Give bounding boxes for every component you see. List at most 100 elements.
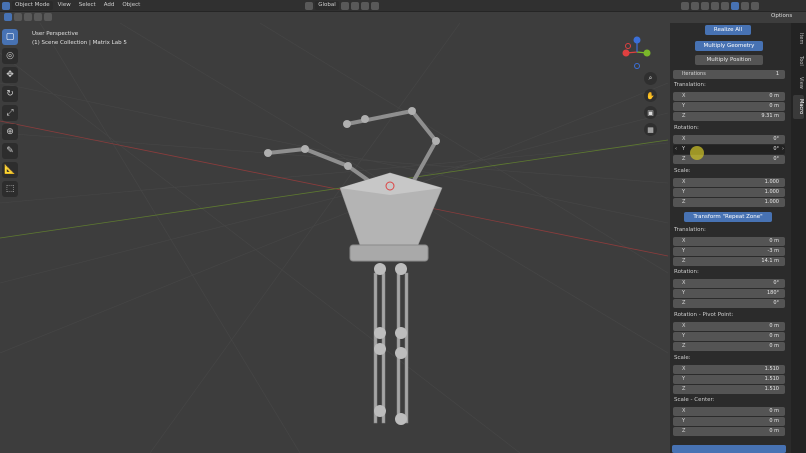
perspective-label: User Perspective [32, 31, 79, 37]
scale-center-z-field[interactable]: Z0 m [673, 427, 785, 436]
tab-tool[interactable]: Tool [793, 51, 804, 71]
xray-icon[interactable] [710, 1, 719, 10]
tab-macro[interactable]: Macro [793, 95, 804, 119]
tab-view[interactable]: View [793, 73, 804, 93]
pivot-z-field[interactable]: Z0 m [673, 342, 785, 351]
overlay-icon[interactable] [700, 1, 709, 10]
perspective-grid-icon[interactable]: ▦ [644, 123, 657, 136]
move-icon[interactable]: ✥ [2, 67, 18, 83]
scale-z-field[interactable]: Z 1.000 [673, 198, 785, 207]
select-invert-icon[interactable] [34, 13, 42, 21]
top-header: Object Mode View Select Add Object Globa… [0, 0, 806, 12]
tool-shelf: ▢ ◎ ✥ ↻ ⤢ ⊕ ✎ 📐 ⬚ [2, 29, 20, 197]
translation-x-field[interactable]: X0 m [673, 92, 785, 101]
viewport-scene [0, 23, 668, 453]
menu-object[interactable]: Object [119, 1, 143, 10]
gizmo-neg-x-icon[interactable] [625, 43, 631, 49]
pivot-icon[interactable] [340, 1, 349, 10]
select-extend-icon[interactable] [14, 13, 22, 21]
cursor-icon[interactable]: ◎ [2, 48, 18, 64]
collection-label: (1) Scene Collection | Matrix Lab 5 [32, 40, 127, 46]
transform-icon[interactable]: ⊕ [2, 124, 18, 140]
macro-panel: Realize All Multiply Geometry Multiply P… [670, 23, 791, 453]
mode-selector[interactable]: Object Mode [12, 1, 53, 10]
scale2-z-field[interactable]: Z 1.510 [673, 385, 785, 394]
gizmo-y-icon[interactable] [643, 49, 651, 57]
tab-item[interactable]: Item [793, 29, 804, 49]
rotation2-z-field[interactable]: Z 0° [673, 299, 785, 308]
rotation-label-2: Rotation: [674, 269, 699, 275]
rotation-x-field[interactable]: X 0° [673, 135, 785, 144]
orientation-selector[interactable]: Global [315, 1, 339, 10]
pivot-y-field[interactable]: Y0 m [673, 332, 785, 341]
menu-view[interactable]: View [55, 1, 74, 10]
gizmo-z-icon[interactable] [633, 36, 641, 44]
translation-z-field[interactable]: Z 9.31 m [673, 112, 785, 121]
select-mode-icon[interactable] [4, 13, 12, 21]
navigation-tools: ⌕ ✋ ▣ ▦ [644, 72, 657, 136]
select-subtract-icon[interactable] [24, 13, 32, 21]
gizmo-icon[interactable] [690, 1, 699, 10]
menu-add[interactable]: Add [101, 1, 118, 10]
translation-label-2: Translation: [674, 227, 706, 233]
shading-wire-icon[interactable] [720, 1, 729, 10]
decrement-icon[interactable]: ‹ [675, 145, 677, 154]
menu-select[interactable]: Select [76, 1, 99, 10]
proportional-edit-icon[interactable] [370, 1, 379, 10]
select-intersect-icon[interactable] [44, 13, 52, 21]
shading-material-icon[interactable] [740, 1, 749, 10]
sidebar-tabs: Item Tool View Macro [791, 23, 806, 453]
camera-icon[interactable]: ▣ [644, 106, 657, 119]
orientation-icon[interactable] [305, 1, 314, 10]
zoom-icon[interactable]: ⌕ [644, 72, 657, 85]
snap-icon[interactable] [350, 1, 359, 10]
scale-y-field[interactable]: Y 1.000 [673, 188, 785, 197]
multiply-position-button[interactable]: Multiply Position [695, 55, 763, 65]
translation-label: Translation: [674, 82, 706, 88]
measure-icon[interactable]: 📐 [2, 162, 18, 178]
iterations-field[interactable]: Iterations 1 [673, 70, 785, 79]
gizmo-x-icon[interactable] [622, 49, 630, 57]
multiply-geometry-button[interactable]: Multiply Geometry [695, 41, 763, 51]
rotation2-x-field[interactable]: X 0° [673, 279, 785, 288]
scale-center-x-field[interactable]: X0 m [673, 407, 785, 416]
scale-icon[interactable]: ⤢ [2, 105, 18, 121]
leg-joints [374, 263, 407, 425]
partial-bottom-button[interactable] [672, 445, 786, 453]
rotation2-y-field[interactable]: Y 180° [673, 289, 785, 298]
snap-settings-icon[interactable] [360, 1, 369, 10]
scale-center-y-field[interactable]: Y0 m [673, 417, 785, 426]
select-box-icon[interactable]: ▢ [2, 29, 18, 45]
translation-y-field[interactable]: Y0 m [673, 102, 785, 111]
rotation-z-field[interactable]: Z 0° [673, 155, 785, 164]
viewport-info: User Perspective (1) Scene Collection | … [32, 30, 127, 48]
realize-all-button[interactable]: Realize All [705, 25, 751, 35]
scale-center-label: Scale - Center: [674, 397, 715, 403]
scale2-x-field[interactable]: X 1.510 [673, 365, 785, 374]
scale-x-field[interactable]: X 1.000 [673, 178, 785, 187]
scale-label-2: Scale: [674, 355, 691, 361]
rotate-icon[interactable]: ↻ [2, 86, 18, 102]
shading-solid-icon[interactable] [730, 1, 739, 10]
header-row-2 [0, 12, 806, 22]
annotate-icon[interactable]: ✎ [2, 143, 18, 159]
shading-render-icon[interactable] [750, 1, 759, 10]
pivot-x-field[interactable]: X0 m [673, 322, 785, 331]
scale-label: Scale: [674, 168, 691, 174]
gizmo-neg-z-icon[interactable] [634, 63, 640, 69]
increment-icon[interactable]: › [782, 145, 784, 154]
options-dropdown[interactable]: Options [771, 13, 792, 19]
visibility-icon[interactable] [680, 1, 689, 10]
translation2-z-field[interactable]: Z 14.1 m [673, 257, 785, 266]
pan-hand-icon[interactable]: ✋ [644, 89, 657, 102]
editor-type-icon[interactable] [2, 1, 10, 10]
transform-repeat-zone-button[interactable]: Transform "Repeat Zone" [684, 212, 772, 222]
add-cube-icon[interactable]: ⬚ [2, 181, 18, 197]
floor-grid [0, 23, 668, 453]
navigation-gizmo[interactable] [620, 36, 656, 72]
scale2-y-field[interactable]: Y 1.510 [673, 375, 785, 384]
pivot-point-label: Rotation - Pivot Point: [674, 312, 734, 318]
3d-viewport[interactable] [0, 23, 668, 453]
translation2-y-field[interactable]: Y -3 m [673, 247, 785, 256]
translation2-x-field[interactable]: X0 m [673, 237, 785, 246]
